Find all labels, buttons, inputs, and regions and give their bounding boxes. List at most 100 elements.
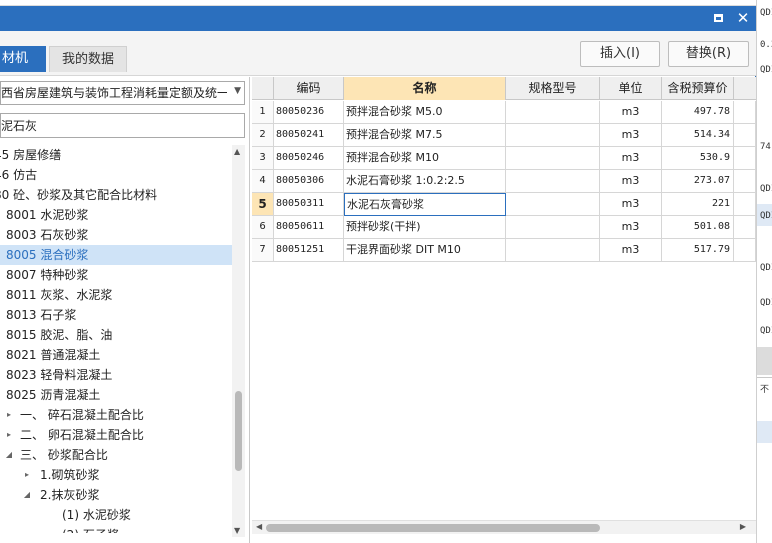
table-row[interactable]: 5 80050311 水泥石灰膏砂浆 m3 221 [252,193,756,216]
cell-name[interactable]: 预拌混合砂浆 M7.5 [344,124,506,146]
table-row[interactable]: 2 80050241 预拌混合砂浆 M7.5 m3 514.34 [252,124,756,147]
cell-price[interactable]: 497.78 [662,101,734,123]
cell-name[interactable]: 水泥石膏砂浆 1:0.2:2.5 [344,170,506,192]
cell-unit[interactable]: m3 [600,239,662,261]
tree-item[interactable]: 8011 灰浆、水泥浆 [0,285,232,305]
cell-code[interactable]: 80050306 [274,170,344,192]
cell-code[interactable]: 80050611 [274,216,344,238]
scroll-left-icon[interactable]: ◀ [256,522,262,531]
collapse-icon[interactable]: ◢ [22,485,32,505]
cell-extra[interactable] [734,239,756,261]
tree-item[interactable]: 8013 石子浆 [0,305,232,325]
tree-item[interactable]: ◢ 三、 砂浆配合比 [0,445,232,465]
tree-item[interactable]: 8005 混合砂浆 [0,245,232,265]
tree-item[interactable]: ▸ 一、 碎石混凝土配合比 [0,405,232,425]
tree-item[interactable]: 8015 胶泥、脂、油 [0,325,232,345]
cell-name[interactable]: 水泥石灰膏砂浆 [344,193,506,216]
tree-item[interactable]: 46 仿古 [0,165,232,185]
cell-code[interactable]: 80050311 [274,193,344,215]
table-row[interactable]: 7 80051251 干混界面砂浆 DIT M10 m3 517.79 [252,239,756,262]
scrollbar-thumb[interactable] [266,524,600,532]
cell-spec[interactable] [506,101,600,123]
expand-icon[interactable]: ▸ [4,405,14,425]
column-header-spec[interactable]: 规格型号 [506,77,600,100]
library-select-value: 西省房屋建筑与装饰工程消耗量定额及统一基 [1,86,227,100]
cell-code[interactable]: 80051251 [274,239,344,261]
cell-code[interactable]: 80050246 [274,147,344,169]
cell-spec[interactable] [506,170,600,192]
cell-name[interactable]: 干混界面砂浆 DIT M10 [344,239,506,261]
column-header-unit[interactable]: 单位 [600,77,662,100]
table-row[interactable]: 3 80050246 预拌混合砂浆 M10 m3 530.9 [252,147,756,170]
cell-extra[interactable] [734,101,756,123]
scroll-right-icon[interactable]: ▶ [740,522,746,531]
maximize-icon[interactable] [710,10,726,26]
expand-icon[interactable]: ▸ [22,465,32,485]
tree-item[interactable]: ◢ 2.抹灰砂浆 [0,485,232,505]
insert-button[interactable]: 插入(I) [580,41,660,67]
tree-item[interactable]: 8007 特种砂浆 [0,265,232,285]
tree-scrollbar[interactable]: ▲ ▼ [232,145,245,537]
column-header-name[interactable]: 名称 [344,77,506,100]
column-header-code[interactable]: 编码 [274,77,344,100]
tree-item[interactable]: 8025 沥青混凝土 [0,385,232,405]
tree-item[interactable]: ▸ 二、 卵石混凝土配合比 [0,425,232,445]
cell-code[interactable]: 80050241 [274,124,344,146]
cell-unit[interactable]: m3 [600,170,662,192]
scroll-up-icon[interactable]: ▲ [234,147,240,156]
tree-item[interactable]: (2) 石子浆 [0,525,232,533]
cell-extra[interactable] [734,170,756,192]
cell-price[interactable]: 517.79 [662,239,734,261]
column-header-price[interactable]: 含税预算价 [662,77,734,100]
tree-item-label: 二、 卵石混凝土配合比 [20,428,144,442]
cell-spec[interactable] [506,147,600,169]
scrollbar-thumb[interactable] [235,391,242,471]
table-row[interactable]: 4 80050306 水泥石膏砂浆 1:0.2:2.5 m3 273.07 [252,170,756,193]
cell-extra[interactable] [734,124,756,146]
cell-extra[interactable] [734,193,756,215]
cell-spec[interactable] [506,193,600,215]
cell-name[interactable]: 预拌混合砂浆 M10 [344,147,506,169]
cell-unit[interactable]: m3 [600,124,662,146]
grid-hscrollbar[interactable]: ◀ ▶ [252,520,756,534]
tree-item[interactable]: 8023 轻骨料混凝土 [0,365,232,385]
background-text: 0.3 [760,40,772,50]
cell-name[interactable]: 预拌混合砂浆 M5.0 [344,101,506,123]
cell-code[interactable]: 80050236 [274,101,344,123]
cell-price[interactable]: 273.07 [662,170,734,192]
tree-item[interactable]: 8003 石灰砂浆 [0,225,232,245]
cell-unit[interactable]: m3 [600,193,662,215]
collapse-icon[interactable]: ◢ [4,445,14,465]
cell-spec[interactable] [506,124,600,146]
scroll-down-icon[interactable]: ▼ [234,526,240,535]
replace-button[interactable]: 替换(R) [668,41,749,67]
cell-unit[interactable]: m3 [600,101,662,123]
cell-spec[interactable] [506,216,600,238]
tree-item[interactable]: 8021 普通混凝土 [0,345,232,365]
table-row[interactable]: 6 80050611 预拌砂浆(干拌) m3 501.08 [252,216,756,239]
cell-name[interactable]: 预拌砂浆(干拌) [344,216,506,238]
tree-item[interactable]: 45 房屋修缮 [0,145,232,165]
cell-spec[interactable] [506,239,600,261]
search-input[interactable] [0,113,245,138]
tab-my-data[interactable]: 我的数据 [49,46,127,72]
cell-extra[interactable] [734,147,756,169]
chevron-down-icon[interactable]: ▼ [234,86,241,96]
cell-price[interactable]: 501.08 [662,216,734,238]
library-select[interactable]: 西省房屋建筑与装饰工程消耗量定额及统一基 ▼ [0,81,245,105]
cell-unit[interactable]: m3 [600,216,662,238]
tree-item[interactable]: ▸ 1.砌筑砂浆 [0,465,232,485]
close-icon[interactable]: ✕ [735,10,751,26]
cell-extra[interactable] [734,216,756,238]
tree-item[interactable]: 8001 水泥砂浆 [0,205,232,225]
grid-header: 编码 名称 规格型号 单位 含税预算价 [252,77,756,100]
cell-unit[interactable]: m3 [600,147,662,169]
expand-icon[interactable]: ▸ [4,425,14,445]
cell-price[interactable]: 530.9 [662,147,734,169]
table-row[interactable]: 1 80050236 预拌混合砂浆 M5.0 m3 497.78 [252,101,756,124]
tab-materials[interactable]: 材机 [0,46,46,72]
tree-item[interactable]: 80 砼、砂浆及其它配合比材料 [0,185,232,205]
cell-price[interactable]: 514.34 [662,124,734,146]
tree-item[interactable]: (1) 水泥砂浆 [0,505,232,525]
cell-price[interactable]: 221 [662,193,734,215]
